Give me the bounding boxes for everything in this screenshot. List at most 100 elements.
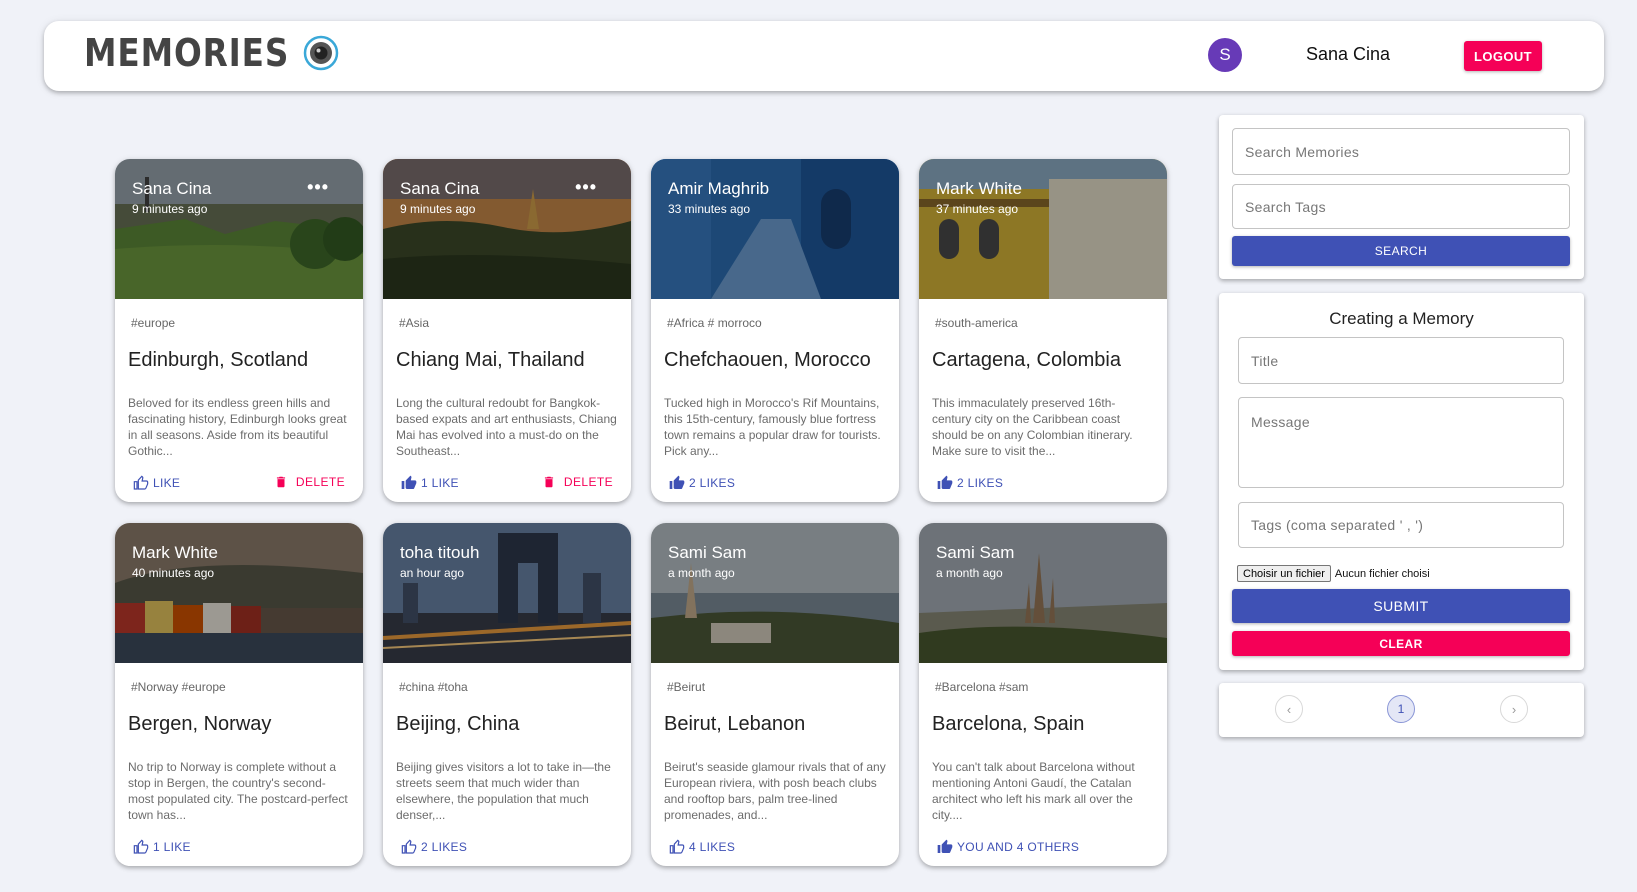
tags-input[interactable] — [1238, 502, 1564, 548]
next-page-button[interactable]: › — [1500, 695, 1528, 723]
post-title: Beirut, Lebanon — [664, 713, 806, 735]
post-time: 40 minutes ago — [132, 566, 215, 580]
post-tags: #south-america — [935, 316, 1018, 330]
previous-page-button[interactable]: ‹ — [1275, 695, 1303, 723]
user-name: Sana Cina — [1306, 44, 1391, 64]
post-actions: 1 LIKE — [115, 839, 363, 857]
post-time: 33 minutes ago — [668, 202, 751, 216]
post-card: Sana Cina 9 minutes ago ••• #Asia Chiang… — [383, 159, 631, 502]
thumb-up-icon — [669, 475, 685, 489]
chevron-right-icon: › — [1511, 701, 1517, 717]
post-author: Mark White — [132, 543, 218, 562]
chevron-left-icon: ‹ — [1286, 701, 1292, 717]
post-actions: 4 LIKES — [651, 839, 899, 857]
like-label: 2 LIKES — [957, 476, 1004, 490]
post-time: 9 minutes ago — [400, 202, 476, 216]
post-card: Sana Cina 9 minutes ago ••• #europe Edin… — [115, 159, 363, 502]
like-label: 4 LIKES — [689, 840, 736, 854]
create-memory-form: Creating a Memory Choisir un fichier Auc… — [1219, 293, 1584, 670]
search-panel: SEARCH — [1219, 115, 1584, 279]
brand-title: MEMORIES — [84, 31, 290, 75]
message-input[interactable] — [1238, 397, 1564, 488]
like-button[interactable]: 2 LIKES — [401, 839, 467, 855]
post-tags: #Norway #europe — [131, 680, 226, 694]
post-message: No trip to Norway is complete without a … — [128, 760, 348, 822]
like-button[interactable]: 1 LIKE — [133, 839, 191, 855]
post-author: Amir Maghrib — [668, 179, 770, 198]
post-time: a month ago — [936, 566, 1003, 580]
submit-button[interactable]: SUBMIT — [1232, 589, 1570, 623]
search-memories-input[interactable] — [1232, 128, 1570, 175]
post-card: Sami Sam a month ago #Beirut Beirut, Leb… — [651, 523, 899, 866]
thumb-up-icon — [937, 475, 953, 489]
like-button[interactable]: 1 LIKE — [401, 475, 459, 491]
file-status: Aucun fichier choisi — [1334, 567, 1430, 580]
post-actions: 2 LIKES — [383, 839, 631, 857]
post-tags: #Africa # morroco — [667, 316, 762, 330]
post-card: Amir Maghrib 33 minutes ago #Africa # mo… — [651, 159, 899, 502]
post-actions: 2 LIKES — [919, 475, 1167, 493]
post-card: Sami Sam a month ago #Barcelona #sam Bar… — [919, 523, 1167, 866]
file-picker: Choisir un fichier Aucun fichier choisi — [1237, 565, 1430, 582]
post-message: Tucked high in Morocco's Rif Mountains, … — [664, 396, 881, 458]
like-label: 1 LIKE — [421, 476, 459, 490]
delete-button[interactable]: DELETE — [274, 475, 345, 489]
post-title: Barcelona, Spain — [932, 713, 1085, 735]
post-actions: 1 LIKE DELETE — [383, 475, 631, 493]
avatar[interactable]: S — [1208, 38, 1242, 72]
post-tags: #Asia — [399, 316, 430, 330]
search-tags-input[interactable] — [1232, 184, 1570, 229]
delete-label: DELETE — [563, 475, 613, 489]
post-tags: #Barcelona #sam — [935, 680, 1029, 694]
brand[interactable]: MEMORIES — [84, 34, 339, 72]
form-heading: Creating a Memory — [1329, 309, 1474, 328]
post-author: toha titouh — [400, 543, 480, 562]
clear-button[interactable]: CLEAR — [1232, 631, 1570, 656]
post-tags: #europe — [131, 316, 176, 330]
thumb-up-outline-icon — [669, 839, 685, 854]
post-card: toha titouh an hour ago #china #toha Bei… — [383, 523, 631, 866]
pagination: ‹ 1 › — [1219, 683, 1584, 737]
post-time: a month ago — [668, 566, 735, 580]
thumb-up-icon — [937, 839, 953, 853]
post-title: Cartagena, Colombia — [932, 349, 1121, 371]
like-button[interactable]: 2 LIKES — [669, 475, 735, 491]
delete-label: DELETE — [295, 475, 345, 489]
post-time: 37 minutes ago — [936, 202, 1019, 216]
logout-button[interactable]: LOGOUT — [1464, 41, 1542, 71]
delete-button[interactable]: DELETE — [542, 475, 613, 489]
like-button[interactable]: 4 LIKES — [669, 839, 735, 855]
post-author: Sana Cina — [400, 179, 480, 198]
post-time: an hour ago — [400, 566, 465, 580]
post-actions: 2 LIKES — [651, 475, 899, 493]
post-actions: LIKE DELETE — [115, 475, 363, 493]
like-label: 1 LIKE — [153, 840, 191, 854]
like-button[interactable]: 2 LIKES — [937, 475, 1003, 491]
post-author: Sami Sam — [936, 543, 1015, 562]
post-message: Beijing gives visitors a lot to take in—… — [396, 760, 611, 822]
post-author: Mark White — [936, 179, 1022, 198]
post-title: Beijing, China — [396, 713, 520, 735]
title-input[interactable] — [1238, 337, 1564, 384]
post-message: This immaculately preserved 16th-century… — [932, 396, 1133, 458]
more-options-button[interactable]: ••• — [575, 177, 597, 198]
search-button[interactable]: SEARCH — [1232, 236, 1570, 266]
like-button[interactable]: YOU AND 4 OTHERS — [937, 839, 1079, 855]
like-button[interactable]: LIKE — [133, 475, 180, 491]
post-message: Beloved for its endless green hills and … — [128, 396, 347, 458]
more-options-button[interactable]: ••• — [307, 177, 329, 198]
like-label: YOU AND 4 OTHERS — [957, 840, 1080, 854]
post-author: Sana Cina — [132, 179, 212, 198]
trash-icon — [544, 476, 553, 488]
choose-file-button[interactable]: Choisir un fichier — [1237, 565, 1331, 582]
post-time: 9 minutes ago — [132, 202, 208, 216]
like-label: 2 LIKES — [421, 840, 468, 854]
post-tags: #china #toha — [399, 680, 468, 694]
page-1-button[interactable]: 1 — [1387, 695, 1415, 723]
thumb-up-outline-icon — [401, 839, 417, 854]
post-title: Bergen, Norway — [128, 713, 272, 735]
post-tags: #Beirut — [667, 680, 706, 694]
trash-icon — [276, 476, 285, 488]
camera-lens-icon — [303, 35, 338, 71]
post-title: Chefchaouen, Morocco — [664, 349, 871, 371]
